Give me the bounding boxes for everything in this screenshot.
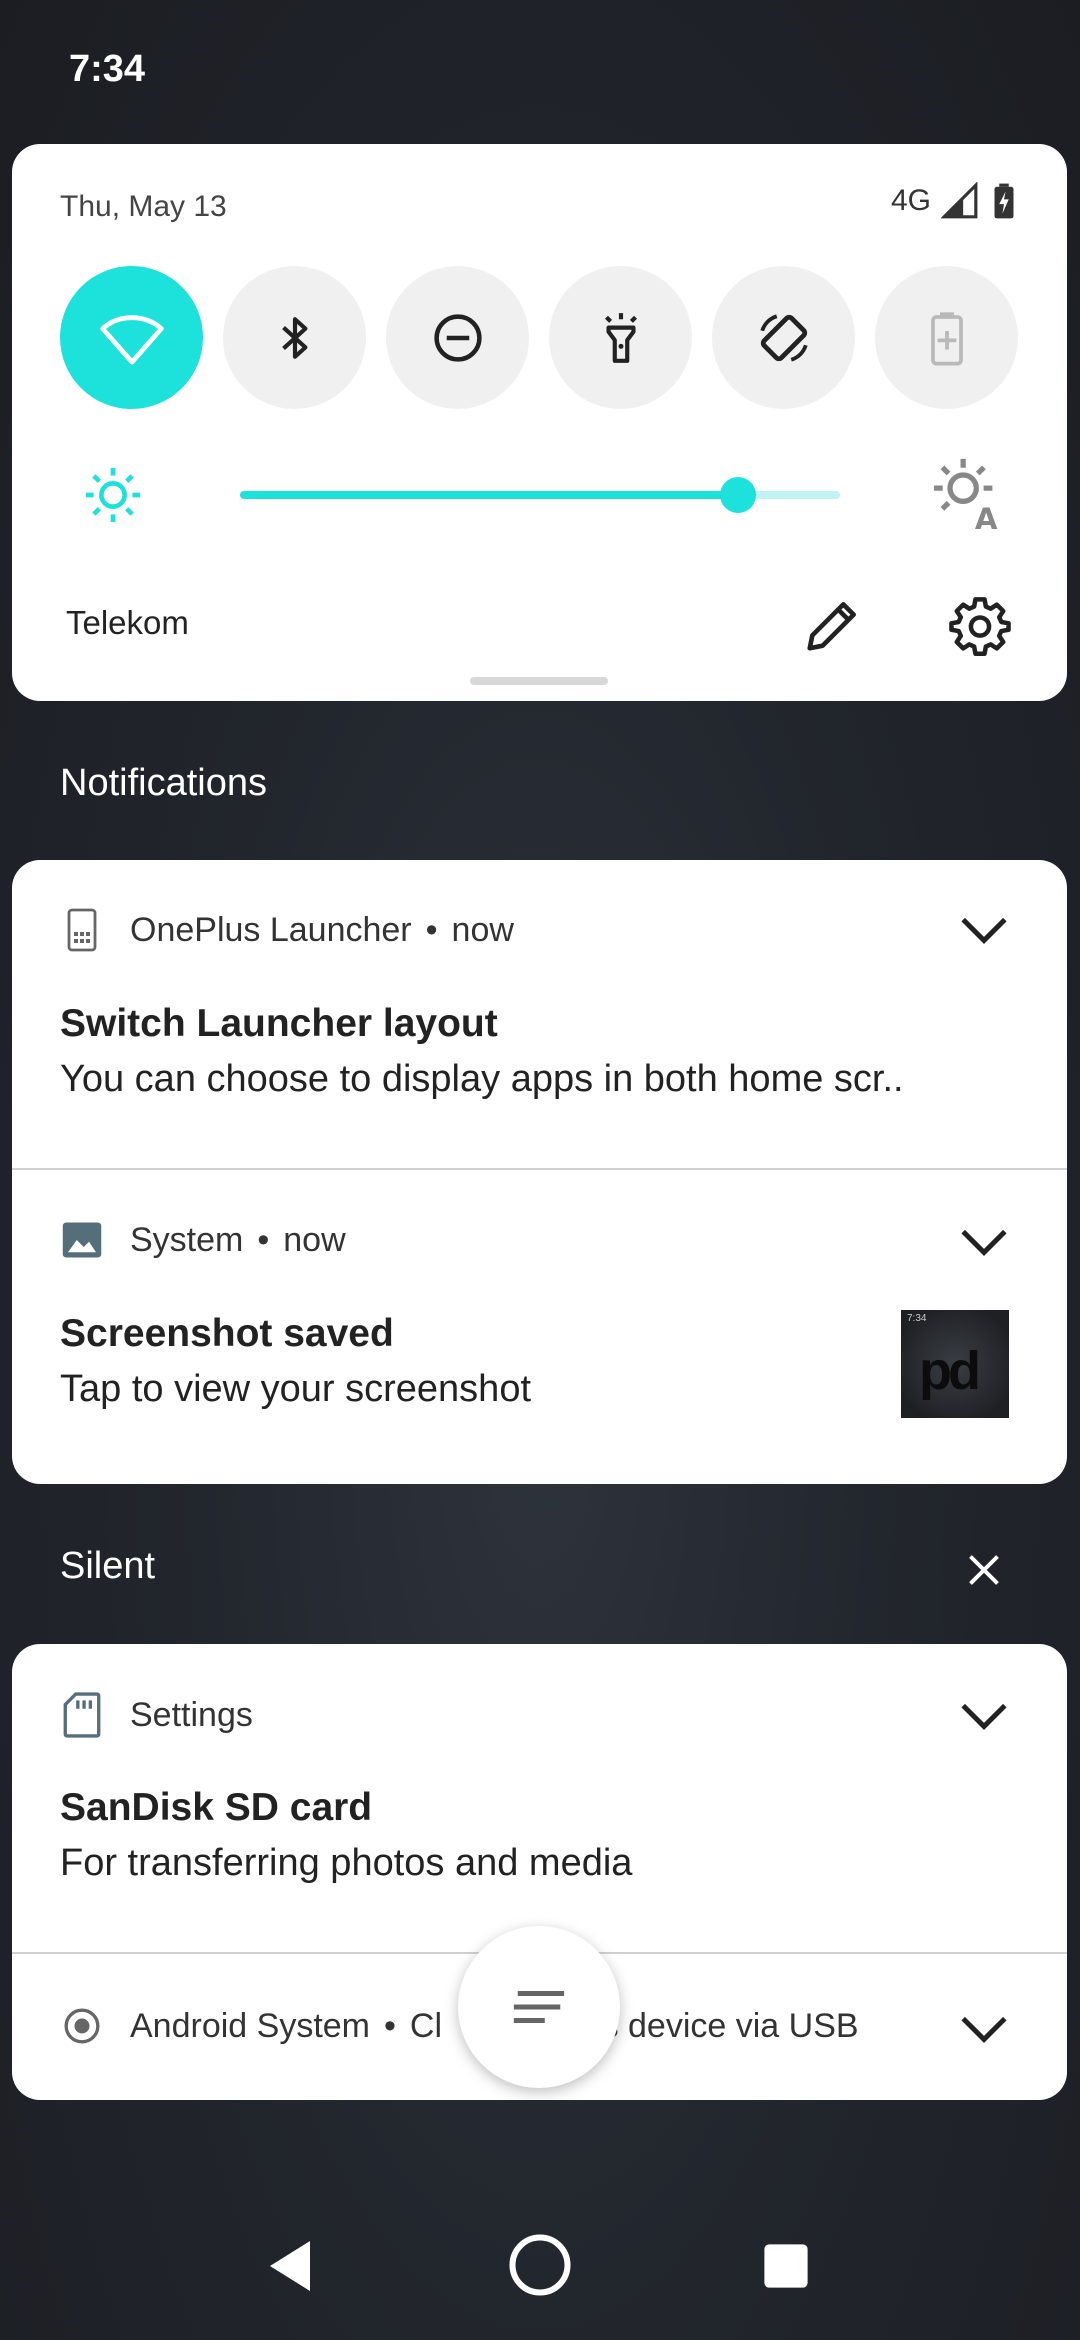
tile-auto-rotate[interactable]	[712, 266, 855, 409]
status-time: 7:34	[69, 48, 146, 90]
silent-section-title: Silent	[60, 1545, 156, 1587]
image-app-icon	[60, 1220, 104, 1260]
notification-sd-card[interactable]: Settings SanDisk SD card For transferrin…	[12, 1644, 1067, 1952]
notification-summary-start: Cl	[409, 2006, 443, 2045]
clear-silent-close-icon[interactable]	[966, 1552, 1002, 1588]
notification-text: Tap to view your screenshot	[60, 1368, 532, 1410]
notifications-section-title: Notifications	[60, 762, 267, 804]
tile-do-not-disturb[interactable]	[386, 266, 529, 409]
quick-tiles-row	[60, 266, 1018, 409]
drag-handle[interactable]	[470, 677, 608, 685]
notification-time: now	[451, 910, 514, 949]
flashlight-icon	[604, 312, 637, 363]
signal-icon	[941, 182, 978, 219]
expand-chevron-icon[interactable]	[959, 915, 1009, 945]
thumbnail-time: 7:34	[907, 1313, 927, 1324]
notification-time: now	[283, 1220, 346, 1259]
edit-pencil-icon[interactable]	[802, 594, 864, 656]
battery-saver-icon	[930, 311, 963, 366]
manage-notifications-button[interactable]	[458, 1926, 620, 2088]
notification-header: System • now	[60, 1220, 346, 1260]
network-type: 4G	[890, 184, 931, 217]
launcher-app-icon	[60, 908, 104, 952]
notification-summary-end: is device via USB	[594, 2006, 859, 2045]
notification-app-name: OnePlus Launcher	[130, 910, 412, 949]
notification-app-name: Settings	[130, 1695, 253, 1734]
expand-chevron-icon[interactable]	[959, 1701, 1009, 1731]
carrier-name: Telekom	[66, 604, 189, 641]
notification-title: Switch Launcher layout	[60, 1002, 498, 1045]
brightness-row: A	[12, 458, 1067, 532]
screenshot-thumbnail[interactable]: 7:34 pd	[901, 1310, 1009, 1418]
bluetooth-icon	[281, 316, 307, 359]
android-system-icon	[60, 2006, 104, 2046]
thumbnail-logo: pd	[919, 1341, 981, 1401]
notification-oneplus-launcher[interactable]: OnePlus Launcher • now Switch Launcher l…	[12, 860, 1067, 1168]
battery-charging-icon	[994, 183, 1014, 219]
tile-bluetooth[interactable]	[223, 266, 366, 409]
brightness-slider-fill	[240, 491, 738, 499]
quick-settings-panel: Thu, May 13 4G A Telekom	[12, 144, 1067, 701]
sd-card-icon	[60, 1692, 104, 1738]
notifications-card: OnePlus Launcher • now Switch Launcher l…	[12, 860, 1067, 1484]
separator-dot: •	[425, 910, 438, 949]
notification-text: You can choose to display apps in both h…	[60, 1058, 904, 1100]
settings-gear-icon[interactable]	[948, 594, 1012, 658]
tile-flashlight[interactable]	[549, 266, 692, 409]
back-icon[interactable]	[265, 2238, 315, 2294]
home-icon[interactable]	[507, 2232, 573, 2298]
navigation-bar	[0, 2220, 1080, 2320]
recent-apps-icon[interactable]	[762, 2242, 810, 2290]
wifi-icon	[99, 314, 164, 364]
notification-header: Settings	[60, 1692, 253, 1738]
notification-app-name: Android System	[130, 2006, 370, 2045]
network-status: 4G	[891, 182, 1019, 220]
notification-system-screenshot[interactable]: System • now Screenshot saved Tap to vie…	[12, 1168, 1067, 1484]
separator-dot: •	[257, 1220, 270, 1259]
do-not-disturb-icon	[433, 313, 482, 362]
svg-text:A: A	[975, 502, 998, 532]
auto-brightness-icon[interactable]: A	[931, 456, 1007, 532]
brightness-slider[interactable]	[240, 477, 840, 513]
expand-chevron-icon[interactable]	[959, 1227, 1009, 1257]
notes-icon	[513, 1990, 565, 2024]
tile-battery-saver[interactable]	[875, 266, 1018, 409]
notification-app-name: System	[130, 1220, 244, 1259]
notification-title: Screenshot saved	[60, 1312, 394, 1355]
tile-wifi[interactable]	[60, 266, 203, 409]
notification-title: SanDisk SD card	[60, 1786, 373, 1829]
brightness-slider-thumb[interactable]	[720, 477, 756, 513]
auto-rotate-icon	[759, 313, 808, 362]
separator-dot: •	[384, 2006, 396, 2045]
expand-chevron-icon[interactable]	[959, 2014, 1009, 2044]
brightness-low-icon	[85, 467, 141, 523]
date-label: Thu, May 13	[60, 190, 227, 223]
notification-text: For transferring photos and media	[60, 1842, 633, 1884]
notification-header: OnePlus Launcher • now	[60, 908, 514, 952]
